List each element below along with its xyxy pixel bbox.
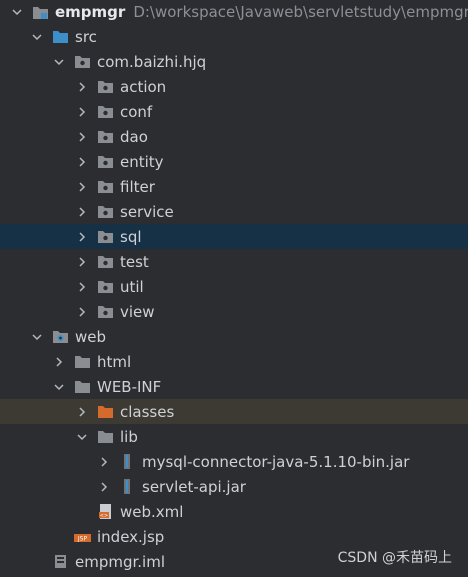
tree-label: mysql-connector-java-5.1.10-bin.jar: [142, 452, 410, 471]
chevron-down-icon[interactable]: [75, 430, 89, 444]
package-icon: [97, 179, 114, 194]
chevron-down-icon[interactable]: [52, 380, 66, 394]
chevron-down-icon[interactable]: [30, 30, 44, 44]
tree-label: web: [75, 327, 107, 346]
chevron-right-icon[interactable]: [75, 130, 89, 144]
tree-row-src[interactable]: src: [0, 24, 468, 49]
chevron-right-icon[interactable]: [97, 455, 111, 469]
tree-row-service[interactable]: service: [0, 199, 468, 224]
tree-label: action: [120, 77, 167, 96]
tree-row-web[interactable]: web: [0, 324, 468, 349]
tree-label: test: [120, 252, 149, 271]
chevron-right-icon[interactable]: [75, 305, 89, 319]
tree-row-indexjsp[interactable]: index.jsp: [0, 524, 468, 549]
jar-icon: [119, 454, 136, 469]
tree-row-filter[interactable]: filter: [0, 174, 468, 199]
package-icon: [97, 304, 114, 319]
jar-icon: [119, 479, 136, 494]
watermark: CSDN @禾苗码上: [337, 550, 452, 566]
tree-row-webinf[interactable]: WEB-INF: [0, 374, 468, 399]
tree-label: dao: [120, 127, 148, 146]
tree-label: conf: [120, 102, 153, 121]
chevron-down-icon[interactable]: [10, 5, 24, 19]
chevron-right-icon[interactable]: [75, 180, 89, 194]
project-name: empmgr: [55, 3, 126, 21]
package-icon: [97, 104, 114, 119]
project-tree: empmgr D:\workspace\Javaweb\servletstudy…: [0, 0, 468, 574]
tree-row-dao[interactable]: dao: [0, 124, 468, 149]
tree-label: WEB-INF: [97, 377, 162, 396]
tree-label: web.xml: [120, 502, 184, 521]
chevron-right-icon[interactable]: [97, 480, 111, 494]
tree-row-jar-mysql[interactable]: mysql-connector-java-5.1.10-bin.jar: [0, 449, 468, 474]
tree-row-util[interactable]: util: [0, 274, 468, 299]
chevron-right-icon[interactable]: [75, 255, 89, 269]
tree-row-conf[interactable]: conf: [0, 99, 468, 124]
tree-label: empmgr.iml: [75, 552, 165, 571]
web-folder-icon: [52, 329, 69, 344]
package-icon: [97, 204, 114, 219]
tree-row-view[interactable]: view: [0, 299, 468, 324]
tree-label: filter: [120, 177, 155, 196]
package-icon: [97, 79, 114, 94]
chevron-right-icon[interactable]: [75, 205, 89, 219]
package-icon: [97, 229, 114, 244]
tree-row-webxml[interactable]: web.xml: [0, 499, 468, 524]
tree-label: com.baizhi.hjq: [97, 52, 207, 71]
package-icon: [74, 54, 91, 69]
tree-row-jar-servlet[interactable]: servlet-api.jar: [0, 474, 468, 499]
module-icon: [32, 5, 49, 20]
tree-label: index.jsp: [97, 527, 165, 546]
chevron-right-icon[interactable]: [75, 155, 89, 169]
tree-label: service: [120, 202, 174, 221]
chevron-down-icon[interactable]: [30, 330, 44, 344]
chevron-right-icon[interactable]: [75, 230, 89, 244]
tree-label: lib: [120, 427, 138, 446]
tree-row-entity[interactable]: entity: [0, 149, 468, 174]
package-icon: [97, 154, 114, 169]
tree-label: util: [120, 277, 144, 296]
chevron-right-icon[interactable]: [75, 405, 89, 419]
chevron-down-icon[interactable]: [52, 55, 66, 69]
package-icon: [97, 254, 114, 269]
tree-row-action[interactable]: action: [0, 74, 468, 99]
tree-row-sql[interactable]: sql: [0, 224, 468, 249]
jsp-file-icon: [74, 529, 91, 544]
iml-file-icon: [52, 554, 69, 569]
tree-label: html: [97, 352, 132, 371]
tree-row-classes[interactable]: classes: [0, 399, 468, 424]
tree-row-project[interactable]: empmgr D:\workspace\Javaweb\servletstudy…: [0, 0, 468, 24]
chevron-right-icon[interactable]: [75, 80, 89, 94]
folder-icon: [74, 354, 91, 369]
chevron-right-icon[interactable]: [75, 105, 89, 119]
tree-row-lib[interactable]: lib: [0, 424, 468, 449]
folder-icon: [74, 379, 91, 394]
tree-row-test[interactable]: test: [0, 249, 468, 274]
tree-label: src: [75, 27, 97, 46]
tree-label: servlet-api.jar: [142, 477, 246, 496]
tree-label: view: [120, 302, 155, 321]
tree-label: sql: [120, 227, 142, 246]
tree-row-html[interactable]: html: [0, 349, 468, 374]
package-icon: [97, 279, 114, 294]
excluded-folder-icon: [97, 404, 114, 419]
tree-row-package[interactable]: com.baizhi.hjq: [0, 49, 468, 74]
chevron-right-icon[interactable]: [75, 280, 89, 294]
tree-label: classes: [120, 402, 175, 421]
package-icon: [97, 129, 114, 144]
folder-icon: [97, 429, 114, 444]
project-path: D:\workspace\Javaweb\servletstudy\empmgr: [133, 3, 468, 21]
chevron-right-icon[interactable]: [52, 355, 66, 369]
source-folder-icon: [52, 29, 69, 44]
xml-file-icon: [97, 504, 114, 519]
tree-label: entity: [120, 152, 164, 171]
